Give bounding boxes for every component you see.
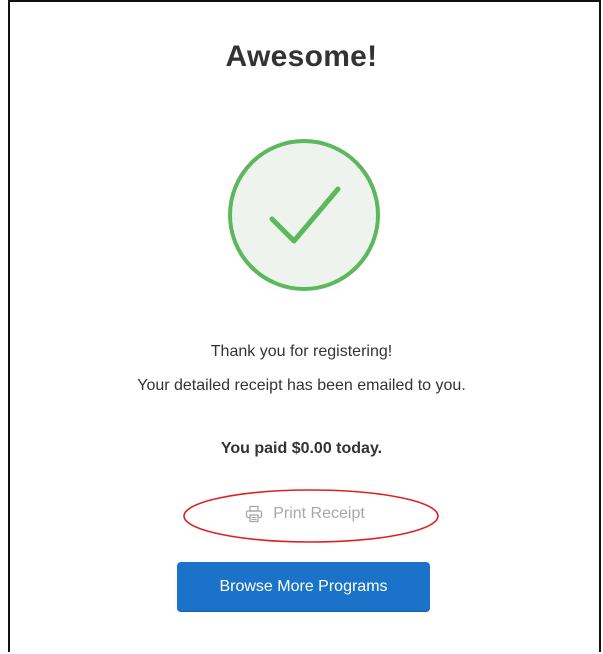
confirmation-panel bbox=[8, 0, 601, 652]
check-circle-icon bbox=[226, 137, 382, 293]
printer-icon bbox=[245, 505, 263, 523]
print-receipt-label: Print Receipt bbox=[273, 505, 365, 522]
receipt-emailed-message: Your detailed receipt has been emailed t… bbox=[137, 377, 466, 394]
payment-summary: You paid $0.00 today. bbox=[220, 440, 383, 457]
page-title: Awesome! bbox=[225, 40, 378, 73]
browse-more-programs-button[interactable]: Browse More Programs bbox=[177, 562, 430, 612]
thank-you-message: Thank you for registering! bbox=[210, 343, 393, 360]
print-receipt-link[interactable]: Print Receipt bbox=[220, 498, 390, 530]
